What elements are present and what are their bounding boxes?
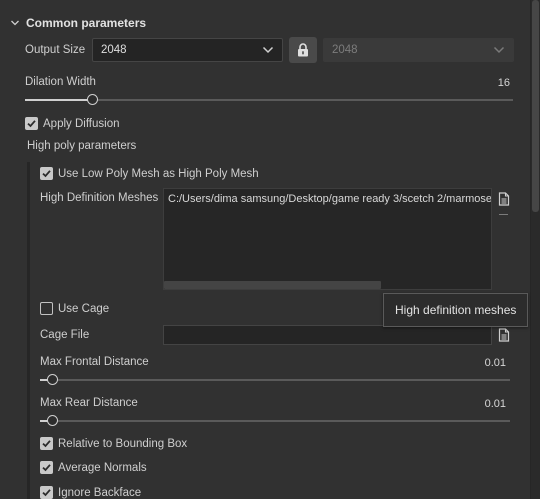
dilation-width-slider-fill bbox=[25, 99, 93, 101]
use-cage-label: Use Cage bbox=[58, 302, 110, 315]
max-frontal-slider-knob[interactable] bbox=[47, 374, 58, 385]
ignore-backface-row[interactable]: Ignore Backface bbox=[40, 486, 141, 499]
output-size-secondary-value: 2048 bbox=[332, 44, 358, 56]
file-icon[interactable] bbox=[498, 192, 510, 206]
chevron-down-icon bbox=[493, 46, 505, 54]
tooltip: High definition meshes bbox=[383, 293, 529, 327]
checkmark-icon bbox=[42, 170, 51, 178]
tooltip-text: High definition meshes bbox=[395, 303, 517, 317]
common-parameters-panel: Common parameters Output Size 2048 2048 … bbox=[0, 0, 531, 499]
dilation-width-label: Dilation Width bbox=[25, 76, 96, 88]
lock-aspect-button[interactable] bbox=[289, 37, 317, 63]
dilation-width-slider-knob[interactable] bbox=[87, 94, 98, 105]
checkmark-icon bbox=[42, 464, 51, 472]
panel-scrollbar[interactable] bbox=[531, 0, 540, 499]
output-size-value: 2048 bbox=[101, 44, 127, 56]
use-cage-checkbox[interactable] bbox=[40, 302, 53, 315]
group-indent-bar bbox=[27, 162, 30, 499]
cage-file-label: Cage File bbox=[40, 329, 90, 341]
high-definition-meshes-list[interactable]: C:/Users/dima samsung/Desktop/game ready… bbox=[163, 188, 492, 290]
meshes-horizontal-scrollbar[interactable] bbox=[164, 281, 381, 289]
max-rear-distance-value: 0.01 bbox=[484, 398, 506, 410]
high-definition-mesh-path[interactable]: C:/Users/dima samsung/Desktop/game ready… bbox=[168, 193, 491, 205]
checkmark-icon bbox=[27, 120, 36, 128]
output-size-select[interactable]: 2048 bbox=[92, 38, 283, 62]
chevron-down-icon bbox=[262, 46, 274, 54]
checkmark-icon bbox=[42, 440, 51, 448]
average-normals-row[interactable]: Average Normals bbox=[40, 461, 147, 474]
average-normals-checkbox[interactable] bbox=[40, 461, 53, 474]
apply-diffusion-checkbox[interactable] bbox=[25, 117, 38, 130]
relative-bbox-row[interactable]: Relative to Bounding Box bbox=[40, 437, 187, 450]
high-poly-title: High poly parameters bbox=[27, 140, 137, 152]
max-frontal-distance-value: 0.01 bbox=[484, 357, 506, 369]
file-icon[interactable] bbox=[498, 328, 510, 342]
relative-bbox-label: Relative to Bounding Box bbox=[58, 437, 188, 450]
section-title: Common parameters bbox=[26, 16, 147, 30]
collapse-chevron-icon[interactable] bbox=[10, 18, 20, 28]
ignore-backface-checkbox[interactable] bbox=[40, 486, 53, 499]
panel-frame: Common parameters Output Size 2048 2048 … bbox=[0, 0, 540, 499]
use-low-poly-label: Use Low Poly Mesh as High Poly Mesh bbox=[58, 167, 259, 180]
ignore-backface-label: Ignore Backface bbox=[58, 486, 142, 499]
panel-scrollbar-thumb[interactable] bbox=[532, 0, 539, 212]
max-rear-distance-label: Max Rear Distance bbox=[40, 397, 138, 409]
high-definition-meshes-label: High Definition Meshes bbox=[40, 192, 159, 204]
use-low-poly-checkbox[interactable] bbox=[40, 167, 53, 180]
section-header[interactable]: Common parameters bbox=[10, 15, 146, 31]
max-rear-distance-slider[interactable] bbox=[40, 415, 510, 426]
cage-file-input[interactable] bbox=[163, 325, 492, 345]
max-rear-slider-knob[interactable] bbox=[47, 415, 58, 426]
apply-diffusion-label: Apply Diffusion bbox=[43, 117, 120, 130]
remove-mesh-icon[interactable] bbox=[499, 214, 508, 215]
apply-diffusion-row[interactable]: Apply Diffusion bbox=[25, 117, 120, 130]
dilation-width-slider[interactable] bbox=[25, 94, 513, 105]
use-cage-row[interactable]: Use Cage bbox=[40, 302, 109, 315]
relative-bbox-checkbox[interactable] bbox=[40, 437, 53, 450]
dilation-width-value: 16 bbox=[497, 77, 510, 89]
average-normals-label: Average Normals bbox=[58, 461, 147, 474]
checkmark-icon bbox=[42, 489, 51, 497]
output-size-label: Output Size bbox=[25, 44, 86, 56]
output-size-secondary-select: 2048 bbox=[323, 38, 514, 62]
max-frontal-distance-slider[interactable] bbox=[40, 374, 510, 385]
lock-icon bbox=[298, 43, 308, 57]
use-low-poly-row[interactable]: Use Low Poly Mesh as High Poly Mesh bbox=[40, 167, 259, 180]
max-frontal-distance-label: Max Frontal Distance bbox=[40, 356, 149, 368]
